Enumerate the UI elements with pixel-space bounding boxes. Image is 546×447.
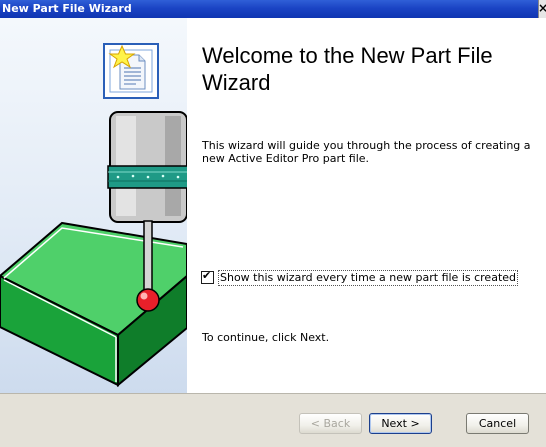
back-button[interactable]: < Back: [299, 413, 362, 434]
next-button[interactable]: Next >: [369, 413, 432, 434]
wizard-content: Welcome to the New Part File Wizard This…: [187, 18, 546, 393]
continue-instruction: To continue, click Next.: [202, 331, 330, 344]
close-icon: ×: [539, 1, 546, 15]
checkmark-icon: ✔: [202, 269, 212, 282]
page-title: Welcome to the New Part File Wizard: [202, 43, 493, 95]
cancel-button[interactable]: Cancel: [466, 413, 529, 434]
button-bar: < Back Next > Cancel: [0, 393, 546, 447]
intro-text: This wizard will guide you through the p…: [202, 139, 531, 165]
show-wizard-label[interactable]: Show this wizard every time a new part f…: [218, 270, 519, 286]
new-document-icon: [103, 43, 159, 99]
window-title: New Part File Wizard: [2, 2, 132, 15]
cmm-probe-illustration: [0, 111, 187, 388]
close-button[interactable]: ×: [538, 0, 546, 18]
show-wizard-checkbox[interactable]: ✔: [201, 269, 214, 284]
wizard-side-graphic: [0, 18, 187, 393]
title-bar[interactable]: New Part File Wizard ×: [0, 0, 546, 18]
